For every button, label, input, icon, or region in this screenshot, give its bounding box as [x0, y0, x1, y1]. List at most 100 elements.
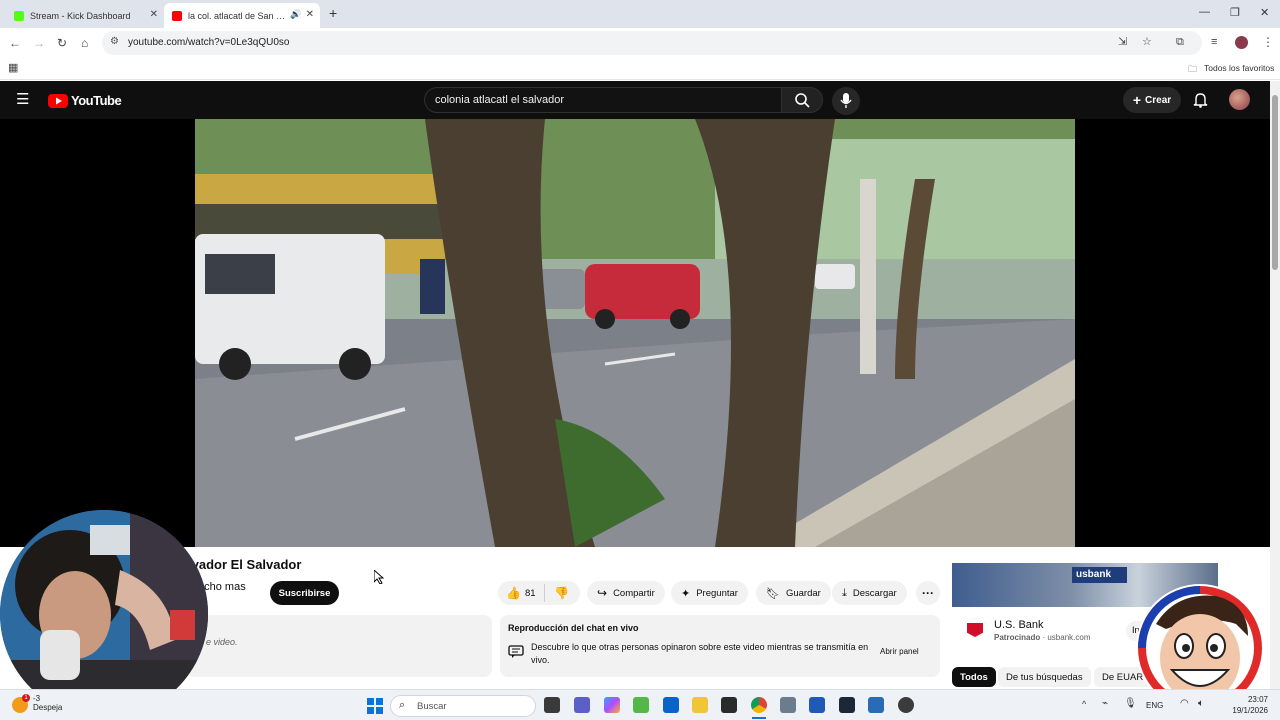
chrome-icon[interactable] — [751, 697, 767, 713]
live-chat-description: Descubre lo que otras personas opinaron … — [531, 642, 869, 665]
forward-icon[interactable]: → — [33, 36, 45, 50]
youtube-logo[interactable]: YouTube — [48, 93, 122, 108]
network-icon[interactable]: ⌁ — [1102, 698, 1108, 709]
ad-sponsored-line: Patrocinado · usbank.com — [994, 633, 1091, 642]
reload-icon[interactable]: ↻ — [57, 36, 67, 50]
notifications-bell-icon[interactable] — [1193, 92, 1208, 108]
install-app-icon[interactable]: ⇲ — [1118, 35, 1127, 48]
ad-domain: usbank.com — [1047, 633, 1091, 642]
volume-icon[interactable]: 🔈︎ — [1198, 698, 1204, 709]
description-text: e video. — [206, 637, 238, 647]
tab-kick-dashboard[interactable]: Stream - Kick Dashboard ✕ — [6, 3, 164, 28]
clock-date: 19/1/2026 — [1232, 706, 1268, 715]
ad-sponsored-label: Patrocinado — [994, 633, 1041, 642]
subscribe-button[interactable]: Suscribirse — [270, 581, 339, 605]
chip-all[interactable]: Todos — [952, 667, 996, 687]
live-chat-title: Reproducción del chat en vivo — [508, 623, 639, 633]
save-label: Guardar — [785, 587, 821, 599]
back-icon[interactable]: ← — [9, 36, 21, 50]
minimize-icon[interactable]: — — [1199, 6, 1210, 18]
description-box[interactable]: e video. — [186, 615, 492, 677]
task-view-icon[interactable] — [544, 697, 560, 713]
close-tab-icon[interactable]: ✕ — [150, 9, 158, 20]
steam-icon[interactable] — [839, 697, 855, 713]
taskbar-search[interactable]: ⌕ Buscar — [390, 695, 536, 717]
download-icon: ⤓ — [842, 586, 847, 599]
close-window-icon[interactable]: ✕ — [1260, 6, 1269, 19]
youtube-play-logo-icon — [48, 93, 68, 108]
tab-title: Stream - Kick Dashboard — [30, 10, 131, 21]
close-tab-icon[interactable]: ✕ — [306, 9, 314, 20]
search-button[interactable] — [781, 87, 823, 113]
video-title: lvador El Salvador — [188, 557, 302, 572]
obs-icon[interactable] — [898, 697, 914, 713]
outlook-icon[interactable] — [663, 697, 679, 713]
wifi-icon[interactable]: ◠ — [1180, 698, 1189, 709]
video-frame[interactable] — [195, 119, 1075, 547]
chip-from-searches[interactable]: De tus búsquedas — [998, 667, 1091, 687]
taskbar-clock[interactable]: 23:07 19/1/2026 — [1228, 694, 1268, 716]
profile-avatar[interactable] — [1235, 36, 1248, 49]
open-panel-button[interactable]: Abrir panel — [880, 647, 919, 656]
more-actions-button[interactable]: ··· — [916, 581, 940, 605]
camera-icon[interactable] — [780, 697, 796, 713]
all-bookmarks-link[interactable]: Todos los favoritos — [1204, 63, 1274, 73]
ask-label: Preguntar — [696, 587, 738, 599]
create-button[interactable]: + Crear — [1123, 87, 1181, 113]
page-scrollbar[interactable] — [1270, 81, 1280, 689]
file-explorer-icon[interactable] — [692, 697, 708, 713]
share-button[interactable]: ↪ Compartir — [587, 581, 665, 605]
mouse-cursor-icon — [374, 570, 384, 584]
download-button[interactable]: ⤓ Descargar — [832, 581, 907, 605]
speaker-icon[interactable]: 🔊 — [290, 9, 301, 20]
media-control-icon[interactable]: ≡ — [1211, 36, 1217, 48]
ad-title[interactable]: U.S. Bank — [994, 619, 1044, 631]
dislike-button[interactable]: 👎 — [554, 586, 569, 600]
mic-tray-icon[interactable]: 🎙︎ — [1124, 698, 1137, 709]
url-field[interactable]: ⚙ youtube.com/watch?v=0Le3qQU0so ⇲ ☆ — [102, 31, 1202, 55]
account-avatar[interactable] — [1229, 89, 1250, 110]
street-scene-image — [195, 119, 1075, 547]
capcut-icon[interactable] — [721, 697, 737, 713]
video-player[interactable] — [0, 119, 1270, 547]
new-tab-icon[interactable]: + — [329, 5, 337, 21]
home-icon[interactable]: ⌂ — [81, 36, 88, 50]
camtasia-icon[interactable] — [633, 697, 649, 713]
chat-bubble-icon — [508, 645, 524, 658]
bookmark-icon: 🔖︎ — [766, 587, 780, 600]
language-indicator[interactable]: ENG — [1146, 701, 1163, 710]
plus-icon: + — [1132, 92, 1142, 108]
maximize-icon[interactable]: ❐ — [1230, 6, 1240, 19]
voice-search-button[interactable] — [832, 87, 860, 115]
folder-icon: 🗀 — [1188, 64, 1198, 74]
browser-tab-bar: Stream - Kick Dashboard ✕ la col. atlaca… — [0, 0, 1280, 28]
microphone-icon — [840, 93, 852, 108]
apps-grid-icon[interactable]: ▦ — [8, 61, 18, 74]
scrollbar-thumb[interactable] — [1272, 95, 1278, 270]
share-label: Compartir — [613, 587, 655, 599]
hamburger-menu-icon[interactable]: ☰ — [16, 90, 29, 108]
site-info-icon[interactable]: ⚙ — [110, 36, 119, 47]
windows-start-icon[interactable] — [367, 698, 383, 714]
youtube-header: ☰ YouTube colonia atlacatl el salvador +… — [0, 81, 1270, 119]
webcam-overlay — [0, 510, 208, 718]
ask-button[interactable]: ✦ Preguntar — [671, 581, 748, 605]
save-button[interactable]: 🔖︎ Guardar — [756, 581, 831, 605]
weather-text: Despeja — [33, 703, 63, 712]
url-text: youtube.com/watch?v=0Le3qQU0so — [128, 37, 290, 48]
tab-youtube-video[interactable]: la col. atlacatl de San Salva 🔊 ✕ — [164, 3, 320, 28]
copilot-icon[interactable] — [604, 697, 620, 713]
search-input[interactable]: colonia atlacatl el salvador — [424, 87, 782, 113]
clock-time: 23:07 — [1247, 695, 1268, 704]
menu-kebab-icon[interactable]: ⋮ — [1262, 35, 1274, 49]
tray-overflow-icon[interactable]: ^ — [1082, 699, 1086, 709]
word-icon[interactable] — [809, 697, 825, 713]
teams-icon[interactable] — [574, 697, 590, 713]
like-button[interactable]: 👍 — [506, 586, 521, 600]
streamer-webcam-image — [0, 510, 208, 718]
search-query-text: colonia atlacatl el salvador — [435, 94, 565, 106]
weather-alert-badge: 1 — [22, 694, 30, 702]
bookmark-star-icon[interactable]: ☆ — [1142, 35, 1152, 48]
tab-search-icon[interactable]: ⧉ — [1176, 36, 1184, 49]
store-icon[interactable] — [868, 697, 884, 713]
